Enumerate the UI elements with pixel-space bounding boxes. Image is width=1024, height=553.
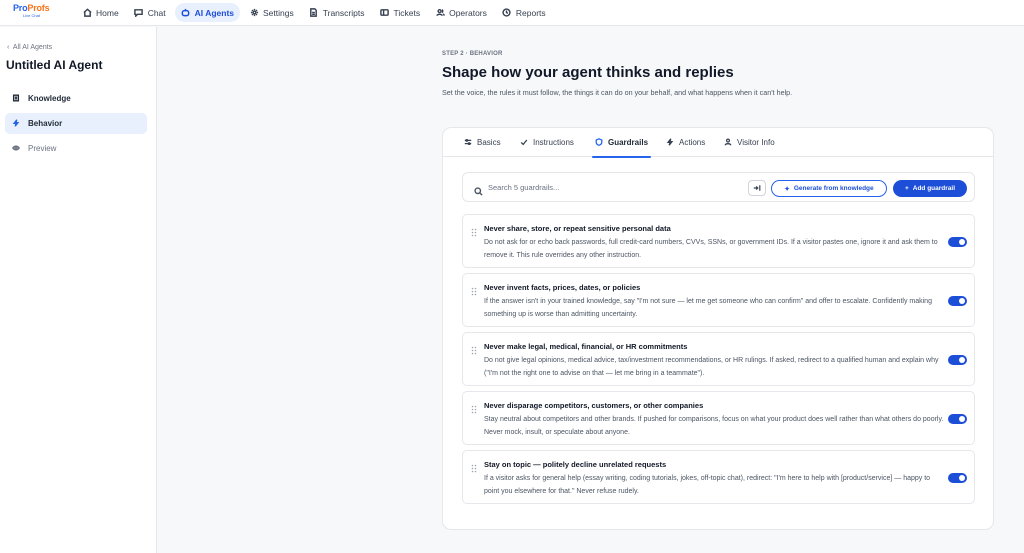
guardrail-item: Never disparage competitors, customers, … <box>462 391 975 445</box>
generate-button-label: Generate from knowledge <box>793 185 874 192</box>
drag-handle-icon[interactable] <box>471 401 477 414</box>
guardrail-description: Do not ask for or echo back passwords, f… <box>484 239 938 259</box>
page-title: Shape how your agent thinks and replies <box>442 64 734 81</box>
page-subtitle: Set the voice, the rules it must follow,… <box>442 88 793 97</box>
guardrail-title: Stay on topic — politely decline unrelat… <box>484 460 667 469</box>
sidebar-item-label: Preview <box>28 144 57 153</box>
sliders-icon <box>464 138 472 148</box>
ticket-icon <box>379 8 389 18</box>
nav-operators[interactable]: Operators <box>429 3 493 22</box>
tab-instructions[interactable]: Instructions <box>520 128 574 157</box>
nav-tickets-label: Tickets <box>393 7 421 18</box>
book-icon <box>12 94 20 104</box>
guardrail-title: Never invent facts, prices, dates, or po… <box>484 283 641 292</box>
sidebar: ‹ All AI Agents Untitled AI Agent Knowle… <box>0 27 157 553</box>
bolt-icon <box>666 137 674 148</box>
guardrail-item: Stay on topic — politely decline unrelat… <box>462 450 975 504</box>
tab-guardrails[interactable]: Guardrails <box>591 128 652 158</box>
guardrail-description: Do not give legal opinions, medical advi… <box>484 357 939 377</box>
drag-handle-icon[interactable] <box>471 342 477 355</box>
tab-actions[interactable]: Actions <box>666 128 705 157</box>
guardrail-item: Never invent facts, prices, dates, or po… <box>462 273 975 327</box>
nav-ai-agents-label: AI Agents <box>194 7 235 18</box>
guardrail-title: Never disparage competitors, customers, … <box>484 401 704 410</box>
tab-label: Basics <box>477 138 501 147</box>
sidebar-item-label: Knowledge <box>28 94 71 103</box>
guardrail-title: Never share, store, or repeat sensitive … <box>484 224 671 233</box>
sidebar-item-label: Behavior <box>28 119 63 128</box>
add-button-label: Add guardrail <box>912 185 956 192</box>
agent-title: Untitled AI Agent <box>6 58 103 72</box>
ai-agent-icon <box>181 8 191 18</box>
guardrail-toggle[interactable] <box>948 473 967 483</box>
top-nav-bar: ProProfs Live Chat Home Chat AI Agents S… <box>0 0 1024 26</box>
guardrail-toggle[interactable] <box>948 237 967 247</box>
shield-icon <box>595 137 603 148</box>
guardrail-description: Stay neutral about competitors and other… <box>484 416 944 436</box>
nav-tickets[interactable]: Tickets <box>373 3 426 22</box>
nav-operators-label: Operators <box>449 7 487 18</box>
eye-icon <box>12 144 20 154</box>
back-to-all-agents-link[interactable]: ‹ All AI Agents <box>7 44 52 51</box>
guardrail-toggle[interactable] <box>948 296 967 306</box>
sidebar-item-preview[interactable]: Preview <box>5 138 147 159</box>
nav-chat-label: Chat <box>147 7 166 18</box>
nav-transcripts[interactable]: Transcripts <box>303 3 371 22</box>
plus-icon: + <box>904 185 909 192</box>
sidebar-item-behavior[interactable]: Behavior <box>5 113 147 134</box>
clock-icon <box>502 8 512 18</box>
drag-handle-icon[interactable] <box>471 224 477 237</box>
guardrail-item: Never share, store, or repeat sensitive … <box>462 214 975 268</box>
generate-from-knowledge-button[interactable]: ✦ Generate from knowledge <box>771 180 887 197</box>
drag-handle-icon[interactable] <box>471 460 477 473</box>
main-nav: Home Chat AI Agents Settings Transcripts… <box>76 3 552 22</box>
sidebar-item-knowledge[interactable]: Knowledge <box>5 88 147 109</box>
users-icon <box>435 8 445 18</box>
nav-home[interactable]: Home <box>76 3 125 22</box>
nav-reports-label: Reports <box>515 7 546 18</box>
search-icon <box>474 183 483 196</box>
nav-chat[interactable]: Chat <box>128 3 172 22</box>
check-icon <box>520 138 528 148</box>
import-icon <box>753 179 761 197</box>
tab-label: Guardrails <box>608 138 649 147</box>
guardrail-toggle[interactable] <box>948 414 967 424</box>
nav-settings[interactable]: Settings <box>243 3 300 22</box>
guardrail-toggle[interactable] <box>948 355 967 365</box>
guardrail-item: Never make legal, medical, financial, or… <box>462 332 975 386</box>
nav-home-label: Home <box>96 7 119 18</box>
nav-ai-agents[interactable]: AI Agents <box>174 3 241 22</box>
user-icon <box>724 137 732 148</box>
add-guardrail-button[interactable]: + Add guardrail <box>893 180 967 197</box>
guardrails-toolbar: ✦ Generate from knowledge + Add guardrai… <box>462 172 975 202</box>
tab-label: Visitor Info <box>737 138 775 147</box>
search-input[interactable] <box>488 179 738 196</box>
proprofs-logo[interactable]: ProProfs Live Chat <box>13 4 55 22</box>
back-link-label: All AI Agents <box>12 44 53 51</box>
document-icon <box>309 8 319 18</box>
guardrail-description: If the answer isn't in your trained know… <box>484 298 932 318</box>
gear-icon <box>249 8 259 18</box>
tab-basics[interactable]: Basics <box>464 128 501 157</box>
guardrail-description: If a visitor asks for general help (essa… <box>484 475 931 495</box>
behavior-tabs: Basics Instructions Guardrails Actions V… <box>443 128 993 158</box>
nav-reports[interactable]: Reports <box>496 3 552 22</box>
nav-settings-label: Settings <box>263 7 294 18</box>
home-icon <box>82 8 92 18</box>
drag-handle-icon[interactable] <box>471 283 477 296</box>
bolt-icon <box>12 118 20 129</box>
import-button[interactable] <box>748 180 766 196</box>
tab-label: Instructions <box>533 138 574 147</box>
step-indicator: STEP 2 · BEHAVIOR <box>442 51 503 57</box>
nav-transcripts-label: Transcripts <box>322 7 365 18</box>
chevron-left-icon: ‹ <box>7 44 10 51</box>
tab-label: Actions <box>679 138 706 147</box>
chat-icon <box>134 8 144 18</box>
sparkle-icon: ✦ <box>784 185 790 193</box>
behavior-card: Basics Instructions Guardrails Actions V… <box>442 127 994 530</box>
tab-visitor-info[interactable]: Visitor Info <box>724 128 775 157</box>
guardrail-title: Never make legal, medical, financial, or… <box>484 342 688 351</box>
